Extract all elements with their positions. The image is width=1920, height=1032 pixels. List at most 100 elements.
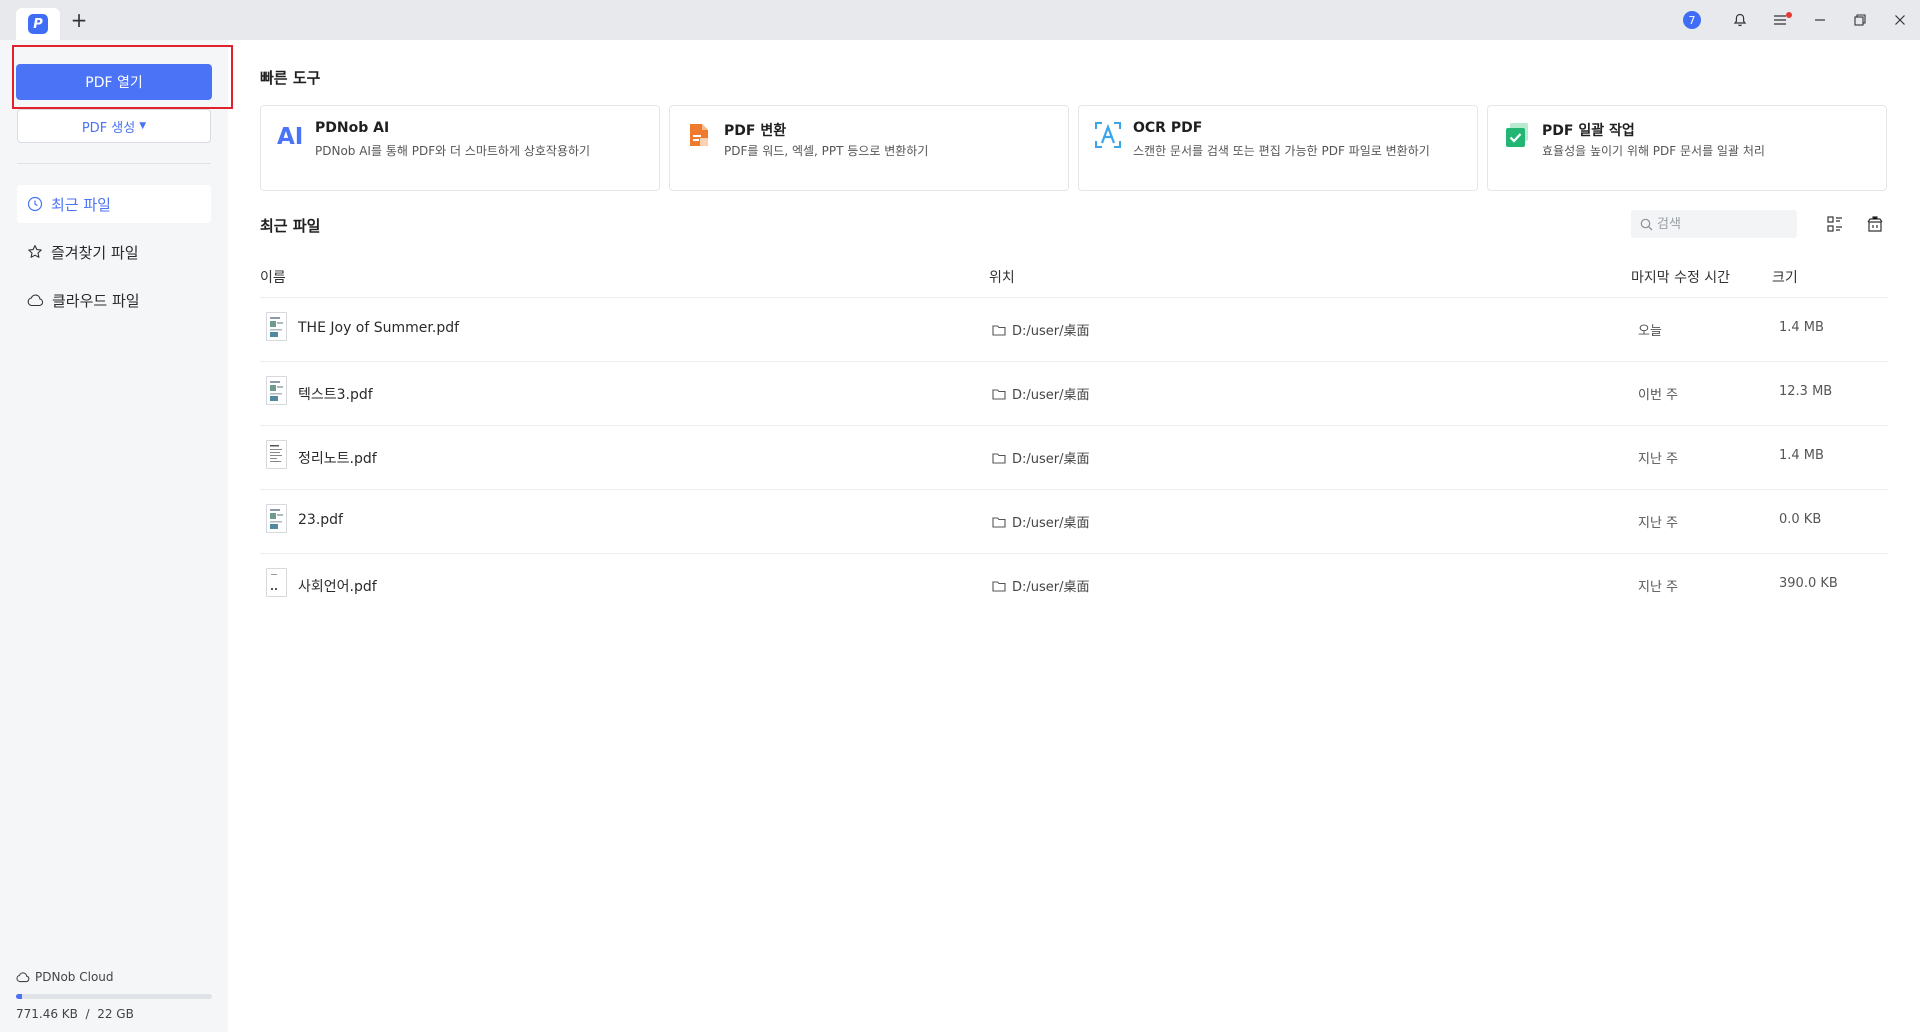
- cloud-storage-fill: [16, 994, 22, 999]
- folder-icon: [992, 324, 1006, 336]
- file-size: 390.0 KB: [1779, 576, 1838, 591]
- table-row[interactable]: 사회언어.pdf D:/user/桌面 지난 주 390.0 KB: [260, 554, 1888, 618]
- create-pdf-label: PDF 생성: [81, 120, 136, 136]
- menu-icon[interactable]: [1768, 0, 1792, 40]
- pdf-thumbnail-icon: [266, 312, 287, 341]
- cloud-storage-usage: 771.46 KB / 22 GB: [16, 1007, 134, 1021]
- file-name: 23.pdf: [298, 512, 343, 528]
- pdf-thumbnail-icon: [266, 568, 287, 597]
- file-location-text: D:/user/桌面: [1012, 516, 1090, 531]
- tool-card-pdf-batch[interactable]: PDF 일괄 작업 효율성을 높이기 위해 PDF 문서를 일괄 처리: [1487, 105, 1887, 191]
- file-name: 텍스트3.pdf: [298, 387, 373, 403]
- column-header-location[interactable]: 위치: [989, 267, 1015, 287]
- open-pdf-button[interactable]: PDF 열기: [16, 64, 212, 100]
- column-header-size[interactable]: 크기: [1772, 267, 1798, 287]
- file-size: 12.3 MB: [1779, 384, 1833, 399]
- file-modified: 이번 주: [1638, 388, 1679, 403]
- sidebar-item-recent-files[interactable]: 최근 파일: [17, 185, 211, 223]
- recent-files-title: 최근 파일: [260, 217, 321, 235]
- file-name: 정리노트.pdf: [298, 451, 377, 467]
- cloud-icon: [16, 972, 30, 983]
- file-size: 1.4 MB: [1779, 320, 1824, 335]
- file-name: THE Joy of Summer.pdf: [298, 320, 460, 336]
- file-modified: 지난 주: [1638, 516, 1679, 531]
- file-name: 사회언어.pdf: [298, 579, 377, 595]
- star-icon: [28, 245, 42, 258]
- column-header-name[interactable]: 이름: [260, 267, 286, 287]
- tool-title: OCR PDF: [1133, 120, 1203, 136]
- table-row[interactable]: 텍스트3.pdf D:/user/桌面 이번 주 12.3 MB: [260, 362, 1888, 426]
- tool-desc: 스캔한 문서를 검색 또는 편집 가능한 PDF 파일로 변환하기: [1133, 144, 1430, 158]
- tool-desc: PDNob AI를 통해 PDF와 더 스마트하게 상호작용하기: [315, 144, 591, 158]
- column-header-modified[interactable]: 마지막 수정 시간: [1631, 267, 1730, 287]
- cloud-storage-bar: [16, 994, 212, 999]
- file-location[interactable]: D:/user/桌面: [992, 512, 1090, 531]
- cloud-name: PDNob Cloud: [35, 970, 114, 984]
- tool-card-pdf-convert[interactable]: PDF 변환 PDF를 워드, 엑셀, PPT 등으로 변환하기: [669, 105, 1069, 191]
- app-home-tab[interactable]: P: [16, 8, 60, 40]
- cloud-icon: [27, 294, 44, 307]
- search-input[interactable]: [1657, 216, 1787, 232]
- trash-icon[interactable]: [1863, 212, 1887, 236]
- pdf-thumbnail-icon: [266, 440, 287, 469]
- table-row[interactable]: THE Joy of Summer.pdf D:/user/桌面 오늘 1.4 …: [260, 298, 1888, 362]
- bell-icon[interactable]: [1728, 0, 1752, 40]
- sidebar-item-label: 즐겨찾기 파일: [51, 243, 139, 262]
- ai-icon: AI: [275, 120, 305, 150]
- notification-count-badge[interactable]: 7: [1680, 0, 1704, 40]
- pdf-thumbnail-icon: [266, 376, 287, 405]
- list-view-icon[interactable]: [1823, 212, 1847, 236]
- tool-card-pdnob-ai[interactable]: AI PDNob AI PDNob AI를 통해 PDF와 더 스마트하게 상호…: [260, 105, 660, 191]
- svg-text:AI: AI: [277, 124, 303, 150]
- new-tab-button[interactable]: +: [68, 9, 90, 31]
- folder-icon: [992, 580, 1006, 592]
- file-size: 1.4 MB: [1779, 448, 1824, 463]
- tool-title: PDF 변환: [724, 123, 787, 139]
- tool-desc: PDF를 워드, 엑셀, PPT 등으로 변환하기: [724, 144, 929, 158]
- file-location-text: D:/user/桌面: [1012, 580, 1090, 595]
- close-icon[interactable]: [1888, 0, 1912, 40]
- file-location[interactable]: D:/user/桌面: [992, 384, 1090, 403]
- folder-icon: [992, 516, 1006, 528]
- sidebar-item-favorite-files[interactable]: 즐겨찾기 파일: [17, 233, 211, 271]
- tool-title: PDNob AI: [315, 120, 390, 136]
- clock-icon: [27, 196, 43, 212]
- sidebar-item-label: 최근 파일: [51, 195, 111, 214]
- tool-card-ocr-pdf[interactable]: OCR PDF 스캔한 문서를 검색 또는 편집 가능한 PDF 파일로 변환하…: [1078, 105, 1478, 191]
- file-modified: 지난 주: [1638, 580, 1679, 595]
- pdf-thumbnail-icon: [266, 504, 287, 533]
- quick-tools-title: 빠른 도구: [260, 69, 321, 87]
- ocr-icon: [1093, 120, 1123, 150]
- folder-icon: [992, 452, 1006, 464]
- batch-icon: [1502, 120, 1532, 150]
- caret-down-icon: ▼: [139, 121, 147, 131]
- file-location[interactable]: D:/user/桌面: [992, 448, 1090, 467]
- search-icon: [1640, 218, 1653, 230]
- badge-count: 7: [1683, 11, 1701, 29]
- table-row[interactable]: 정리노트.pdf D:/user/桌面 지난 주 1.4 MB: [260, 426, 1888, 490]
- folder-icon: [992, 388, 1006, 400]
- file-modified: 지난 주: [1638, 452, 1679, 467]
- create-pdf-button[interactable]: PDF 생성 ▼: [17, 109, 211, 143]
- sidebar-item-cloud-files[interactable]: 클라우드 파일: [17, 281, 211, 319]
- convert-icon: [684, 120, 714, 150]
- cloud-storage-label: PDNob Cloud: [16, 970, 114, 984]
- title-bar: P + 7: [0, 0, 1920, 40]
- restore-icon[interactable]: [1848, 0, 1872, 40]
- minimize-icon[interactable]: [1808, 0, 1832, 40]
- sidebar-item-label: 클라우드 파일: [52, 291, 140, 310]
- menu-alert-dot: [1786, 12, 1792, 18]
- sidebar-divider: [17, 163, 211, 164]
- search-box[interactable]: [1631, 210, 1797, 238]
- file-size: 0.0 KB: [1779, 512, 1822, 527]
- tool-title: PDF 일괄 작업: [1542, 123, 1635, 139]
- tool-desc: 효율성을 높이기 위해 PDF 문서를 일괄 처리: [1542, 144, 1765, 158]
- file-location-text: D:/user/桌面: [1012, 452, 1090, 467]
- file-location[interactable]: D:/user/桌面: [992, 576, 1090, 595]
- file-modified: 오늘: [1638, 324, 1662, 339]
- file-location-text: D:/user/桌面: [1012, 388, 1090, 403]
- pdnob-logo-icon: P: [28, 14, 48, 34]
- file-location[interactable]: D:/user/桌面: [992, 320, 1090, 339]
- table-row[interactable]: 23.pdf D:/user/桌面 지난 주 0.0 KB: [260, 490, 1888, 554]
- file-location-text: D:/user/桌面: [1012, 324, 1090, 339]
